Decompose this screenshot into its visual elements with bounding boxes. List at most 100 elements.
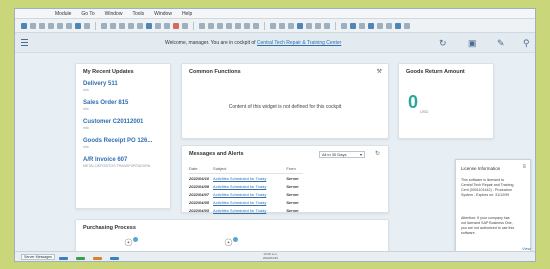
toolbar-button[interactable] <box>404 22 410 29</box>
toolbar-button[interactable] <box>128 22 134 29</box>
toolbar-button[interactable] <box>84 22 90 29</box>
toolbar-button[interactable] <box>288 22 294 29</box>
toolbar-button[interactable] <box>39 22 45 29</box>
toolbar-button[interactable] <box>146 22 152 29</box>
process-status-dot <box>133 237 138 242</box>
toolbar-button[interactable] <box>226 22 232 29</box>
license-info-popup: License Information ≡ This software is l… <box>455 159 531 255</box>
update-link[interactable]: Sales Order 815 <box>83 100 128 106</box>
toolbar-button[interactable] <box>350 22 356 29</box>
toolbar-button[interactable] <box>341 22 347 29</box>
toolbar-button[interactable] <box>57 22 63 29</box>
cockpit-icon[interactable]: ▣ <box>468 38 477 49</box>
wrench-icon[interactable]: ⚒ <box>377 68 382 75</box>
process-step-icon[interactable]: ☉ <box>124 238 133 249</box>
update-link[interactable]: A/R Invoice 607 <box>83 157 150 163</box>
toolbar-button[interactable] <box>75 22 81 29</box>
list-item[interactable]: Sales Order 815 info <box>83 100 128 111</box>
toolbar-button[interactable] <box>270 22 276 29</box>
toolbar-button[interactable] <box>253 22 259 29</box>
table-row[interactable]: 2022/04/09 Activities Scheduled for Toda… <box>189 182 303 190</box>
list-item[interactable]: Delivery 511 info <box>83 81 118 92</box>
update-link[interactable]: Goods Receipt PO 126... <box>83 138 152 144</box>
column-header[interactable]: Subject <box>213 165 287 174</box>
toolbar-button[interactable] <box>199 22 205 29</box>
cell-subject[interactable]: Activities Scheduled for Today <box>213 182 286 190</box>
menu-item-window-2[interactable]: Window <box>154 11 172 17</box>
list-item[interactable]: Customer C20112001 info <box>83 119 143 130</box>
license-warning: Attention: If your company has not licen… <box>461 216 515 235</box>
license-title: License Information <box>461 166 501 171</box>
cell-date: 2022/04/09 <box>189 183 210 189</box>
menu-item-tools[interactable]: Tools <box>132 11 144 17</box>
toolbar-button[interactable] <box>359 22 365 29</box>
menu-item-goto[interactable]: Go To <box>81 11 94 17</box>
menu-bar: Module Go To Window Tools Window Help <box>15 9 535 19</box>
toolbar-button[interactable] <box>101 22 107 29</box>
cockpit-link[interactable]: Central Tech Repair & Training Center <box>257 40 341 46</box>
toolbar-button[interactable] <box>386 22 392 29</box>
toolbar-button[interactable] <box>119 22 125 29</box>
list-item[interactable]: Goods Receipt PO 126... info <box>83 138 152 149</box>
update-link[interactable]: Delivery 511 <box>83 81 118 87</box>
cell-subject[interactable]: Activities Scheduled for Today <box>213 190 286 198</box>
search-icon[interactable]: ⚲ <box>523 38 530 49</box>
toolbar-button[interactable] <box>279 22 285 29</box>
cell-from: Server <box>286 175 299 181</box>
close-icon[interactable]: ≡ <box>522 164 526 170</box>
dropdown-icon: ▾ <box>359 152 362 157</box>
toolbar-button[interactable] <box>155 22 161 29</box>
toolbar-button[interactable] <box>110 22 116 29</box>
toolbar-button[interactable] <box>297 22 303 29</box>
process-step-icon[interactable]: ☉ <box>224 238 233 249</box>
toolbar-button[interactable] <box>306 22 312 29</box>
date-filter-select[interactable]: All in 30 Days ▾ <box>319 151 365 158</box>
update-sub: info <box>83 126 89 130</box>
table-row[interactable]: 2022/04/10 Activities Scheduled for Toda… <box>189 174 303 183</box>
widget-title: Purchasing Process <box>83 225 136 231</box>
toolbar-button[interactable] <box>164 22 170 29</box>
column-header[interactable]: Date <box>189 165 214 174</box>
toolbar-button[interactable] <box>66 22 72 29</box>
toolbar-button[interactable] <box>21 22 27 29</box>
taskbar-item[interactable] <box>76 257 85 260</box>
refresh-icon[interactable]: ↻ <box>439 38 447 49</box>
toolbar-button[interactable] <box>244 22 250 29</box>
toolbar-separator <box>95 21 96 30</box>
toolbar-button[interactable] <box>395 22 401 29</box>
toolbar-button[interactable] <box>137 22 143 29</box>
menu-item-module[interactable]: Module <box>55 11 71 17</box>
refresh-icon[interactable]: ↻ <box>375 150 380 157</box>
toolbar-button[interactable] <box>377 22 383 29</box>
toolbar-button[interactable] <box>235 22 241 29</box>
toolbar-button[interactable] <box>315 22 321 29</box>
toolbar-button[interactable] <box>48 22 54 29</box>
toolbar-separator <box>335 21 336 30</box>
list-item[interactable]: A/R Invoice 607 METAL DEPOSITOS TRANSPOR… <box>83 157 150 168</box>
edit-icon[interactable]: ✎ <box>497 38 505 49</box>
table-row[interactable]: 2022/04/07 Activities Scheduled for Toda… <box>189 190 303 198</box>
column-header[interactable]: From <box>286 165 303 174</box>
update-link[interactable]: Customer C20112001 <box>83 119 143 125</box>
menu-item-help[interactable]: Help <box>182 11 192 17</box>
taskbar-item[interactable] <box>110 257 119 260</box>
cell-subject[interactable]: Activities Scheduled for Today <box>213 198 286 206</box>
cell-subject[interactable]: Activities Scheduled for Today <box>213 206 286 214</box>
toolbar-button[interactable] <box>182 22 188 29</box>
table-row[interactable]: 2022/04/03 Activities Scheduled for Toda… <box>189 206 303 214</box>
status-message-field[interactable]: Server Messages <box>21 254 55 260</box>
toolbar-button[interactable] <box>368 22 374 29</box>
toolbar-button[interactable] <box>208 22 214 29</box>
toolbar-button[interactable] <box>173 22 179 29</box>
table-row[interactable]: 2022/04/05 Activities Scheduled for Toda… <box>189 198 303 206</box>
toolbar-button[interactable] <box>30 22 36 29</box>
toolbar-button[interactable] <box>324 22 330 29</box>
menu-item-window[interactable]: Window <box>105 11 123 17</box>
menu-icon[interactable] <box>21 39 28 48</box>
toolbar-button[interactable] <box>217 22 223 29</box>
cell-date: 2022/04/03 <box>189 207 210 213</box>
taskbar-item[interactable] <box>59 257 68 260</box>
cell-subject[interactable]: Activities Scheduled for Today <box>213 174 286 183</box>
taskbar-item[interactable] <box>93 257 102 260</box>
widget-title: My Recent Updates <box>83 69 134 75</box>
